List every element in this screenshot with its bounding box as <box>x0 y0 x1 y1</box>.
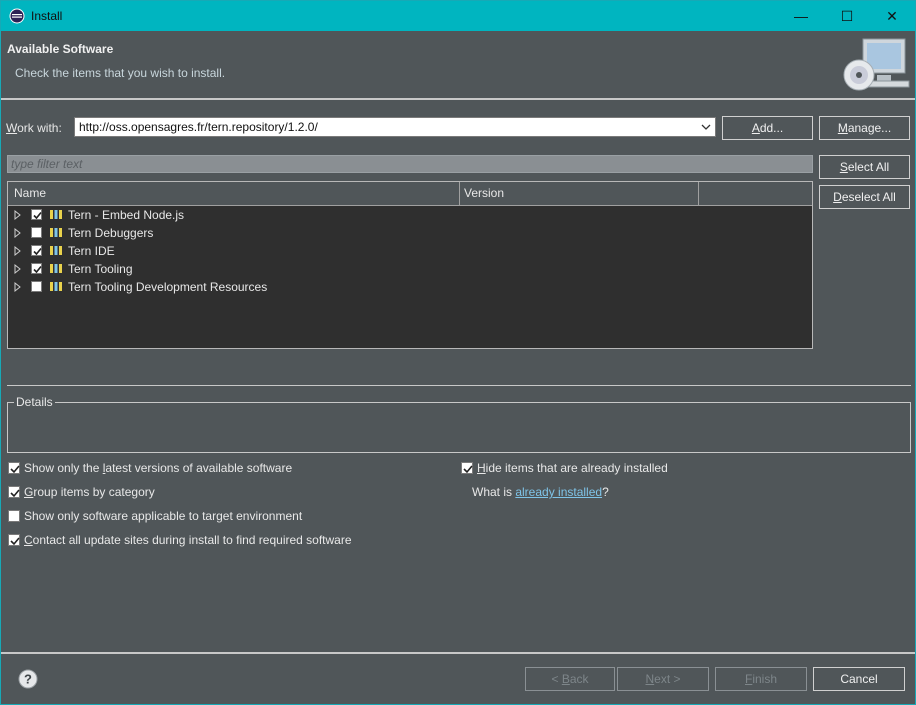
contact-update-sites-checkbox[interactable] <box>8 534 20 546</box>
feature-group-icon <box>50 210 62 219</box>
feature-group-icon <box>50 228 62 237</box>
page-description: Check the items that you wish to install… <box>15 66 226 80</box>
tree-row-label: Tern - Embed Node.js <box>68 208 185 222</box>
svg-text:?: ? <box>24 672 32 687</box>
expand-arrow-icon[interactable] <box>13 263 23 275</box>
select-all-button[interactable]: Select All <box>819 155 910 179</box>
window-title: Install <box>31 9 63 23</box>
install-dialog: Install — ☐ ✕ Available Software Check t… <box>0 0 916 705</box>
close-button[interactable]: ✕ <box>869 1 915 31</box>
add-button[interactable]: Add... <box>722 116 813 140</box>
expand-arrow-icon[interactable] <box>13 227 23 239</box>
maximize-button[interactable]: ☐ <box>824 1 870 31</box>
deselect-all-button[interactable]: Deselect All <box>819 185 910 209</box>
manage-button[interactable]: Manage... <box>819 116 910 140</box>
tree-row[interactable]: Tern - Embed Node.js <box>8 206 812 224</box>
tree-row-checkbox[interactable] <box>31 263 42 274</box>
next-button[interactable]: Next > <box>617 667 709 691</box>
title-bar[interactable]: Install — ☐ ✕ <box>1 1 915 31</box>
work-with-combo[interactable]: http://oss.opensagres.fr/tern.repository… <box>74 117 716 137</box>
details-legend: Details <box>14 395 55 409</box>
what-is-installed-text: What is already installed? <box>472 485 609 499</box>
tree-row-checkbox[interactable] <box>31 245 42 256</box>
expand-arrow-icon[interactable] <box>13 209 23 221</box>
latest-versions-checkbox[interactable] <box>8 462 20 474</box>
feature-group-icon <box>50 264 62 273</box>
filter-placeholder: type filter text <box>11 157 83 171</box>
section-divider <box>7 385 911 386</box>
feature-group-icon <box>50 246 62 255</box>
tree-row[interactable]: Tern IDE <box>8 242 812 260</box>
expand-arrow-icon[interactable] <box>13 245 23 257</box>
eclipse-icon <box>9 8 25 24</box>
help-icon[interactable]: ? <box>18 669 38 689</box>
chevron-down-icon[interactable] <box>697 118 715 136</box>
footer-divider <box>1 652 915 654</box>
tree-row[interactable]: Tern Tooling <box>8 260 812 278</box>
tree-row[interactable]: Tern Debuggers <box>8 224 812 242</box>
expand-arrow-icon[interactable] <box>13 281 23 293</box>
wizard-header: Available Software Check the items that … <box>1 31 915 100</box>
tree-row-label: Tern IDE <box>68 244 115 258</box>
tree-row-label: Tern Tooling <box>68 262 133 276</box>
applicable-software-checkbox[interactable] <box>8 510 20 522</box>
feature-group-icon <box>50 282 62 291</box>
page-title: Available Software <box>7 42 114 56</box>
tree-row-checkbox[interactable] <box>31 281 42 292</box>
details-group: Details <box>7 395 911 453</box>
minimize-button[interactable]: — <box>778 1 824 31</box>
back-button[interactable]: < Back <box>525 667 615 691</box>
tree-row[interactable]: Tern Tooling Development Resources <box>8 278 812 296</box>
work-with-label: Work with: <box>6 121 62 135</box>
tree-header: Name Version <box>8 182 812 206</box>
hide-installed-checkbox[interactable] <box>461 462 473 474</box>
column-version[interactable]: Version <box>464 186 504 200</box>
install-banner-icon <box>843 38 910 91</box>
tree-row-checkbox[interactable] <box>31 209 42 220</box>
finish-button[interactable]: Finish <box>715 667 807 691</box>
column-separator[interactable] <box>698 182 699 205</box>
filter-input[interactable]: type filter text <box>7 155 813 173</box>
tree-row-checkbox[interactable] <box>31 227 42 238</box>
software-tree[interactable]: Name Version Tern - Embed Node.js Tern De… <box>7 181 813 349</box>
tree-row-label: Tern Tooling Development Resources <box>68 280 268 294</box>
cancel-button[interactable]: Cancel <box>813 667 905 691</box>
group-by-category-checkbox[interactable] <box>8 486 20 498</box>
tree-row-label: Tern Debuggers <box>68 226 154 240</box>
work-with-value: http://oss.opensagres.fr/tern.repository… <box>79 120 318 134</box>
column-name[interactable]: Name <box>14 186 46 200</box>
column-separator[interactable] <box>459 182 460 205</box>
already-installed-link[interactable]: already installed <box>515 485 602 499</box>
